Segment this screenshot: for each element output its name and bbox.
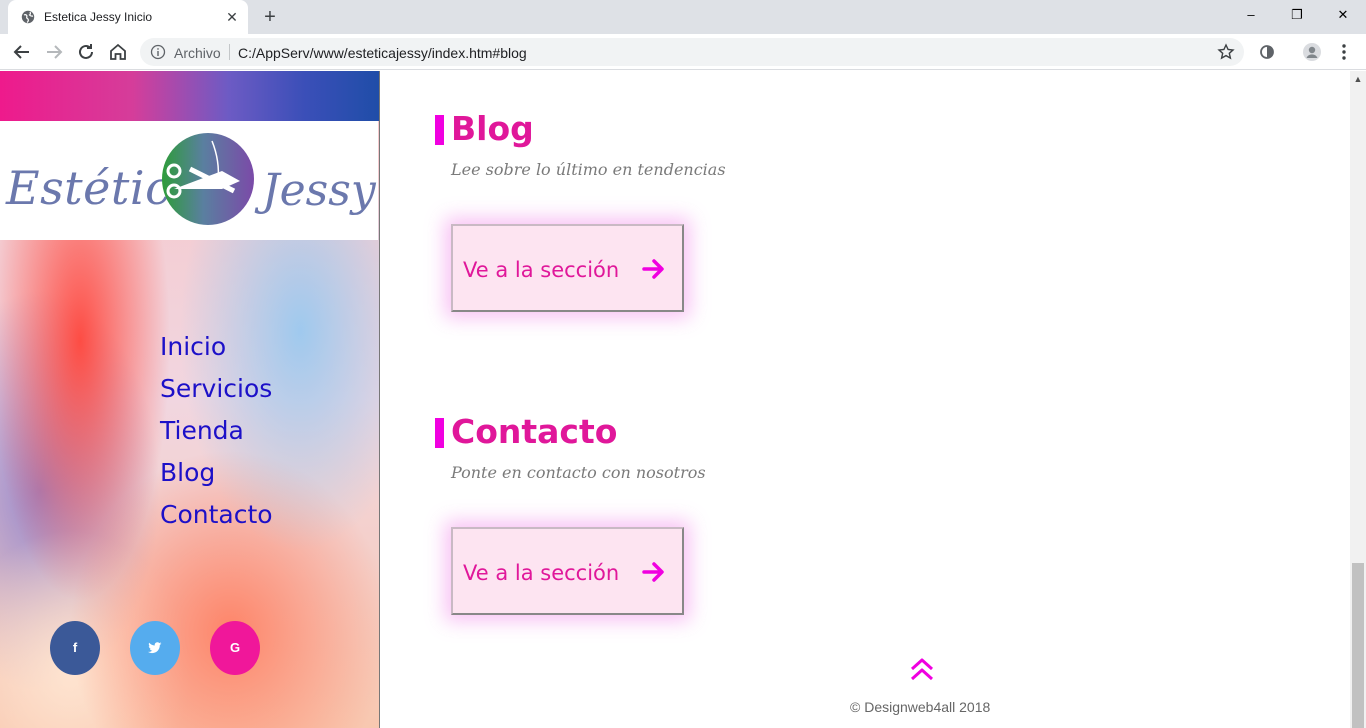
bookmark-star-icon[interactable] xyxy=(1217,43,1235,61)
tab-title: Estetica Jessy Inicio xyxy=(44,10,153,24)
extension-icon[interactable] xyxy=(1257,42,1277,62)
facebook-icon[interactable]: f xyxy=(50,621,100,675)
close-window-icon[interactable]: ✕ xyxy=(1320,0,1366,30)
section-subtitle-contacto: Ponte en contacto con nosotros xyxy=(451,463,706,482)
nav-link-contacto[interactable]: Contacto xyxy=(160,494,273,536)
globe-icon xyxy=(21,10,35,24)
nav-link-servicios[interactable]: Servicios xyxy=(160,368,273,410)
profile-avatar-icon[interactable] xyxy=(1302,42,1322,62)
sidebar-banner xyxy=(0,71,379,121)
nav-link-inicio[interactable]: Inicio xyxy=(160,326,273,368)
info-icon[interactable] xyxy=(150,44,166,60)
forward-arrow-icon[interactable] xyxy=(42,40,66,64)
new-tab-icon[interactable]: + xyxy=(258,5,282,29)
nav-link-tienda[interactable]: Tienda xyxy=(160,410,273,452)
twitter-icon[interactable] xyxy=(130,621,180,675)
home-icon[interactable] xyxy=(106,40,130,64)
section-accent-bar xyxy=(435,115,444,145)
blog-go-to-section-button[interactable]: Ve a la sección xyxy=(451,224,684,312)
reload-icon[interactable] xyxy=(74,40,98,64)
tab-close-icon[interactable]: ✕ xyxy=(224,9,240,25)
contacto-go-to-section-button[interactable]: Ve a la sección xyxy=(451,527,684,615)
sidebar: Estética Jessy Inicio Servicios Tienda B… xyxy=(0,71,380,728)
cta-label: Ve a la sección xyxy=(463,561,620,585)
footer-copyright: © Designweb4all 2018 xyxy=(850,699,991,715)
twitter-bird-glyph xyxy=(148,642,162,654)
sidebar-nav: Inicio Servicios Tienda Blog Contacto xyxy=(160,326,273,536)
section-subtitle-blog: Lee sobre lo último en tendencias xyxy=(451,160,726,179)
scroll-up-arrow-icon[interactable]: ▲ xyxy=(1350,71,1366,88)
scrollbar-thumb[interactable] xyxy=(1352,563,1364,728)
page-viewport: Estética Jessy Inicio Servicios Tienda B… xyxy=(0,71,1366,728)
section-accent-bar xyxy=(435,418,444,448)
section-title-blog: Blog xyxy=(451,109,534,148)
back-arrow-icon[interactable] xyxy=(10,40,34,64)
arrow-right-icon xyxy=(642,562,664,582)
address-bar[interactable]: Archivo C:/AppServ/www/esteticajessy/ind… xyxy=(140,38,1244,66)
logo-text-jessy: Jessy xyxy=(262,165,376,216)
site-logo[interactable]: Estética Jessy xyxy=(0,121,378,240)
google-plus-icon[interactable]: G xyxy=(210,621,260,675)
address-url[interactable]: C:/AppServ/www/esteticajessy/index.htm#b… xyxy=(238,45,527,61)
back-to-top-icon[interactable] xyxy=(907,656,937,682)
address-divider xyxy=(229,44,230,60)
nav-link-blog[interactable]: Blog xyxy=(160,452,273,494)
section-title-contacto: Contacto xyxy=(451,412,618,451)
scissors-logo-icon xyxy=(162,133,254,225)
browser-toolbar: Archivo C:/AppServ/www/esteticajessy/ind… xyxy=(0,34,1366,70)
address-scheme-label: Archivo xyxy=(174,45,221,61)
browser-tab[interactable]: Estetica Jessy Inicio ✕ xyxy=(8,0,248,34)
menu-dots-icon[interactable] xyxy=(1334,42,1354,62)
restore-icon[interactable]: ❐ xyxy=(1274,0,1320,30)
minimize-icon[interactable]: – xyxy=(1228,0,1274,30)
arrow-right-icon xyxy=(642,259,664,279)
browser-tab-bar: Estetica Jessy Inicio ✕ + – ❐ ✕ xyxy=(0,0,1366,34)
cta-label: Ve a la sección xyxy=(463,258,620,282)
page-scrollbar[interactable]: ▲ xyxy=(1350,71,1366,728)
